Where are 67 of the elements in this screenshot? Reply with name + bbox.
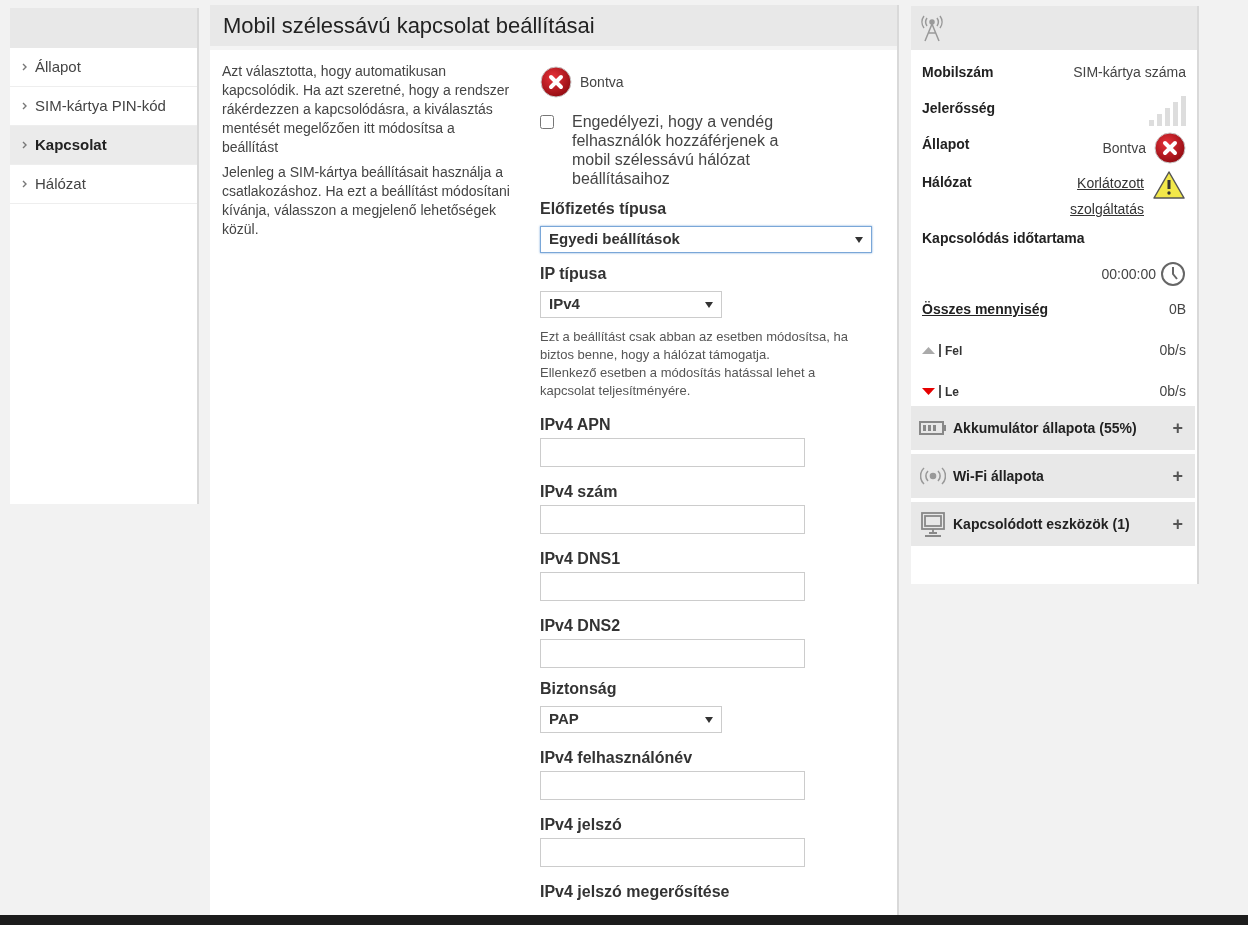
help-text: Ezt a beállítást csak abban az esetben módosítsa, ha biztos benne, hogy a hálózat támogatja. Ellenkező esetben a módosítás hatással lehet a kapcsolat teljesítményére. bbox=[540, 328, 849, 400]
error-icon bbox=[1154, 132, 1186, 164]
sidebar-item[interactable]: Állapot bbox=[10, 48, 197, 87]
connection-status: Bontva bbox=[580, 72, 624, 92]
field-label: IPv4 DNS2 bbox=[540, 617, 621, 635]
chevron-icon bbox=[22, 63, 27, 71]
chevron-icon bbox=[22, 141, 27, 149]
dropdown-arrow-icon bbox=[855, 236, 863, 243]
field-label: IP típusa bbox=[540, 265, 607, 283]
sidebar-item[interactable]: Kapcsolat bbox=[10, 126, 197, 165]
description-text: Azt választotta, hogy automatikusan kapcsolódik. Ha azt szeretné, hogy a rendszer rákérdezzen a kapcsolódásra, a kiválasztás mentését megelőzően itt módosítsa a beállítást bbox=[222, 62, 511, 157]
checkbox-label: Engedélyezi, hogy a vendég felhasználók hozzáférjenek a mobil szélessávú hálózat beállításaihoz bbox=[572, 112, 780, 188]
traffic-value: 0b/s bbox=[1159, 341, 1186, 360]
signal-icon bbox=[1149, 96, 1186, 126]
monitor-icon bbox=[919, 511, 947, 537]
total-usage-link[interactable]: Összes mennyiség bbox=[922, 299, 1049, 320]
field-label: IPv4 DNS1 bbox=[540, 550, 621, 568]
error-icon bbox=[540, 66, 572, 98]
dropdown[interactable]: PAP bbox=[540, 706, 722, 733]
page-title: Mobil szélessávú kapcsolat beállításai bbox=[223, 12, 595, 40]
clock-icon bbox=[1160, 261, 1186, 287]
traffic-label: Le bbox=[945, 383, 959, 401]
status-label: Kapcsolódás időtartama bbox=[922, 229, 1085, 248]
traffic-value: 0b/s bbox=[1159, 382, 1186, 401]
dropdown[interactable]: Egyedi beállítások bbox=[540, 226, 872, 253]
status-value: Bontva bbox=[1102, 139, 1146, 158]
accordion-header[interactable]: Kapcsolódott eszközök (1) + bbox=[911, 502, 1195, 546]
antenna-icon bbox=[920, 14, 944, 42]
description-text: Jelenleg a SIM-kártya beállításait használja a csatlakozáshoz. Ha ezt a beállítást módosítani kívánja, válasszon a megjelenő lehetőségek közül. bbox=[222, 163, 511, 239]
input-field[interactable] bbox=[540, 438, 805, 467]
accordion-header[interactable]: Wi-Fi állapota + bbox=[911, 454, 1195, 498]
field-label: IPv4 felhasználónév bbox=[540, 749, 693, 767]
accordion-header[interactable]: Akkumulátor állapota (55%) + bbox=[911, 406, 1195, 450]
checkbox[interactable] bbox=[540, 115, 554, 129]
input-field[interactable] bbox=[540, 771, 805, 800]
down-arrow-icon bbox=[922, 388, 935, 395]
input-field[interactable] bbox=[540, 572, 805, 601]
dropdown[interactable]: IPv4 bbox=[540, 291, 722, 318]
chevron-icon bbox=[22, 180, 27, 188]
status-label: Jelerősség bbox=[922, 99, 996, 118]
chevron-icon bbox=[22, 102, 27, 110]
duration-value: 00:00:00 bbox=[1101, 264, 1156, 284]
divider-bar bbox=[939, 385, 941, 398]
traffic-label: Fel bbox=[945, 342, 963, 360]
field-label: IPv4 jelszó megerősítése bbox=[540, 883, 730, 901]
warning-icon bbox=[1152, 170, 1186, 200]
field-label: Előfizetés típusa bbox=[540, 200, 667, 218]
divider-bar bbox=[939, 344, 941, 357]
total-usage-value: 0B bbox=[1168, 300, 1186, 319]
field-label: IPv4 jelszó bbox=[540, 816, 622, 834]
status-label: Hálózat bbox=[922, 173, 972, 192]
dropdown-arrow-icon bbox=[705, 301, 713, 308]
status-value: SIM-kártya száma bbox=[1073, 63, 1186, 82]
input-field[interactable] bbox=[540, 505, 805, 534]
input-field[interactable] bbox=[540, 838, 805, 867]
field-label: IPv4 szám bbox=[540, 483, 618, 501]
wireless-icon bbox=[919, 466, 947, 486]
battery-icon bbox=[919, 421, 947, 435]
dropdown-arrow-icon bbox=[705, 716, 713, 723]
input-field[interactable] bbox=[540, 639, 805, 668]
field-label: Biztonság bbox=[540, 680, 617, 698]
status-label: Állapot bbox=[922, 135, 970, 154]
status-label: Mobilszám bbox=[922, 63, 994, 82]
field-label: IPv4 APN bbox=[540, 416, 611, 434]
network-link[interactable]: Korlátozott szolgáltatás bbox=[1064, 170, 1144, 222]
sidebar-item[interactable]: Hálózat bbox=[10, 165, 197, 204]
up-arrow-icon bbox=[922, 347, 935, 354]
